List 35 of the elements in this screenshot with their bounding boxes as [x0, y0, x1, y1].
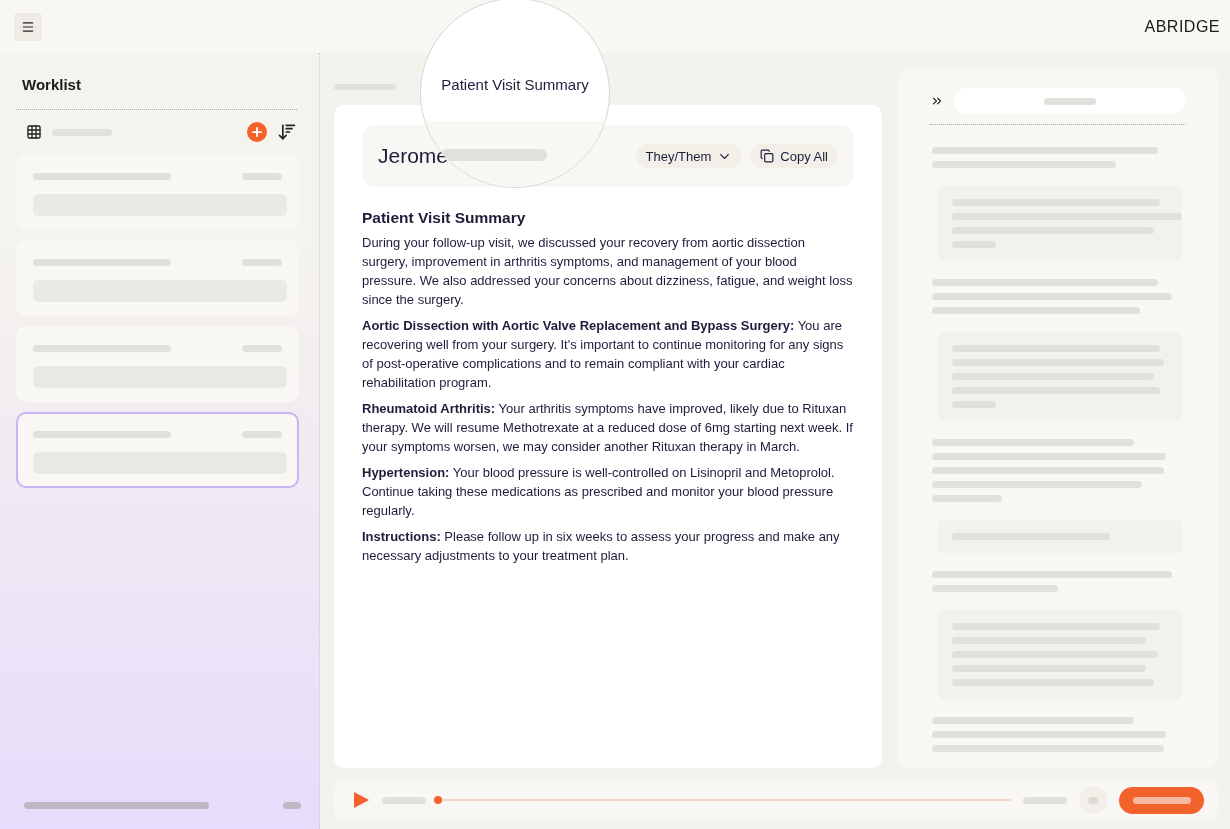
sort-icon[interactable]: [277, 122, 297, 142]
placeholder-line: [1023, 796, 1067, 804]
summary-paragraph: During your follow-up visit, we discussed your recovery from aortic dissection surgery, improvement in arthritis symptoms, and management of your blood pressure. We also addressed your concerns about dizziness, fatigue, and weight loss since the surgery.: [362, 234, 854, 309]
menu-icon: [21, 19, 35, 34]
placeholder-line: [1132, 796, 1191, 804]
add-button[interactable]: [247, 122, 267, 142]
tab[interactable]: Patient Visit Summary: [441, 76, 589, 93]
plus-icon: [250, 125, 264, 139]
patient-name: Jerome: [378, 144, 449, 168]
copy-all-button[interactable]: Copy All: [750, 144, 838, 168]
placeholder-line: [283, 802, 301, 809]
action-button[interactable]: [1119, 786, 1204, 814]
grid-icon[interactable]: [26, 124, 42, 140]
placeholder-line: [382, 796, 426, 804]
summary-paragraph: Hypertension: Your blood pressure is well-controlled on Lisinopril and Metoprolol. Continue taking these medications as prescribed and monitor your blood pressure regularly.: [362, 464, 836, 520]
summary-paragraph: Instructions: Please follow up in six weeks to assess your progress and make any necessary adjustments to your treatment plan.: [362, 528, 841, 565]
sidebar-title: Worklist: [21, 75, 82, 95]
play-icon[interactable]: [352, 791, 370, 809]
double-chevron-icon[interactable]: [930, 94, 944, 108]
logo: ABRIDGE: [1144, 17, 1220, 36]
pronoun-dropdown[interactable]: They/Them: [635, 144, 743, 168]
placeholder-line: [1044, 97, 1096, 105]
copy-icon: [760, 149, 775, 163]
placeholder-line: [242, 173, 282, 180]
placeholder-line: [932, 495, 1002, 502]
menu-button[interactable]: [14, 12, 42, 41]
section-heading: Patient Visit Summary: [362, 209, 527, 227]
placeholder-line: [242, 259, 282, 266]
summary-paragraph: Aortic Dissection with Aortic Valve Replacement and Bypass Surgery: You are recovering well from your surgery. It's important to continue monitoring for any signs of post-operative complications and to remain compliant with your cardiac rehabilitation program.: [362, 317, 845, 392]
search-field[interactable]: [954, 88, 1186, 114]
placeholder-line: [242, 431, 282, 438]
progress-handle[interactable]: [434, 796, 442, 804]
worklist-card[interactable]: [16, 412, 299, 488]
placeholder-line: [242, 345, 282, 352]
summary-paragraph: Rheumatoid Arthritis: Your arthritis symptoms have improved, likely due to Rituxan therapy. We will resume Methotrexate at a reduced dose of 6mg starting next week. If your symptoms worsen, we may consider another Rituxan therapy in March.: [362, 400, 854, 456]
